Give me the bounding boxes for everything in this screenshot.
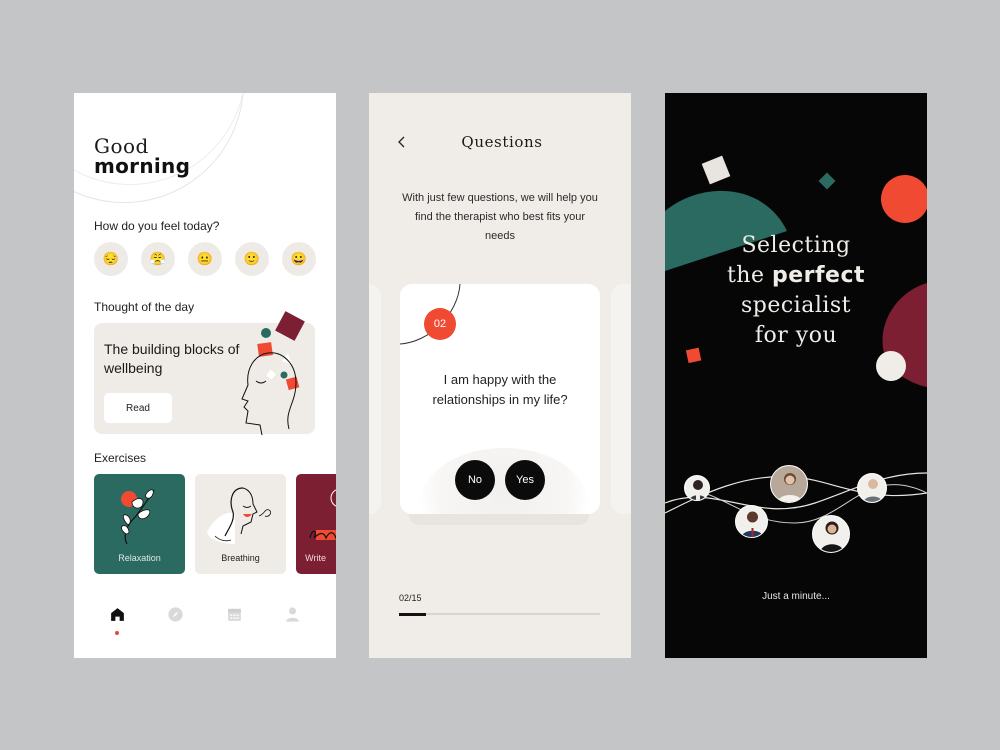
read-button[interactable]: Read [104, 393, 172, 423]
title-line-2: the perfect [665, 261, 927, 291]
exercise-card-relaxation[interactable]: Relaxation [94, 474, 185, 574]
mood-prompt: How do you feel today? [94, 219, 220, 233]
angry-face-icon: 😤 [149, 251, 167, 266]
progress-label: 02/15 [399, 593, 422, 603]
sad-face-icon: 😔 [102, 251, 120, 266]
mood-slightly-happy[interactable]: 🙂 [235, 242, 269, 276]
question-number-badge: 02 [424, 308, 456, 340]
white-square [701, 155, 731, 185]
grinning-face-icon: 😀 [290, 251, 308, 266]
exercise-card-write[interactable]: Write [296, 474, 336, 574]
answer-no-button[interactable]: No [455, 460, 495, 500]
active-indicator [115, 631, 120, 635]
user-icon [286, 607, 300, 622]
next-question-card[interactable] [611, 284, 631, 514]
page-title: Questions [461, 133, 543, 151]
specialist-avatar[interactable] [684, 475, 710, 501]
mood-sad[interactable]: 😔 [94, 242, 128, 276]
specialist-avatar[interactable] [812, 515, 850, 553]
title-emphasis: perfect [771, 263, 866, 288]
mood-neutral[interactable]: 😐 [188, 242, 222, 276]
nav-calendar[interactable] [219, 606, 249, 636]
progress-bar[interactable] [399, 612, 600, 616]
home-icon [110, 608, 124, 621]
exercises-carousel: Relaxation Breathing Write [94, 474, 336, 574]
decorative-blob [420, 448, 588, 514]
nav-explore[interactable] [161, 606, 191, 636]
exercises-heading: Exercises [94, 451, 147, 465]
title-line-4: for you [754, 323, 838, 348]
previous-question-card[interactable] [369, 284, 381, 514]
home-screen: Good morning How do you feel today? 😔 😤 … [74, 93, 336, 658]
mood-angry[interactable]: 😤 [141, 242, 175, 276]
red-circle [881, 175, 927, 223]
title-line-1: Selecting [741, 233, 851, 258]
matching-title: Selecting the perfect specialist for you [665, 231, 927, 351]
exercise-label: Breathing [221, 553, 260, 563]
answer-yes-button[interactable]: Yes [505, 460, 545, 500]
nav-home[interactable] [102, 606, 132, 636]
thought-card[interactable]: The building blocks of wellbeing Read [94, 311, 315, 436]
exercise-label: Write [305, 553, 326, 563]
intro-text: With just few questions, we will help yo… [402, 192, 598, 242]
white-circle [876, 351, 906, 381]
matching-screen: Selecting the perfect specialist for you… [665, 93, 927, 658]
status-text: Just a minute... [762, 591, 830, 602]
slightly-smiling-face-icon: 🙂 [243, 251, 261, 266]
specialist-avatar[interactable] [857, 473, 887, 503]
card-stack-shadow [409, 513, 589, 525]
neutral-face-icon: 😐 [196, 251, 214, 266]
exercise-card-breathing[interactable]: Breathing [195, 474, 286, 574]
title-line-3: specialist [740, 293, 852, 318]
specialist-avatar[interactable] [735, 505, 768, 538]
progress-fill [399, 612, 426, 616]
mood-happy[interactable]: 😀 [282, 242, 316, 276]
calendar-icon [227, 608, 241, 621]
question-card: 02 I am happy with the relationships in … [400, 284, 600, 514]
mood-selector: 😔 😤 😐 🙂 😀 [94, 242, 316, 276]
thought-title: The building blocks of wellbeing [104, 341, 240, 376]
decorative-shapes [665, 155, 927, 524]
compass-icon [168, 607, 183, 622]
teal-diamond [818, 172, 836, 190]
title-line-2-prefix: the [726, 263, 772, 288]
greeting-line-2: morning [94, 154, 191, 178]
questions-screen: Questions With just few questions, we wi… [369, 93, 631, 658]
exercise-label: Relaxation [118, 553, 161, 563]
thought-heading: Thought of the day [94, 300, 195, 314]
question-text: I am happy with the relationships in my … [432, 372, 568, 407]
bottom-nav [74, 606, 336, 636]
specialist-avatar[interactable] [770, 465, 808, 503]
nav-profile[interactable] [278, 606, 308, 636]
head-illustration [241, 311, 305, 436]
